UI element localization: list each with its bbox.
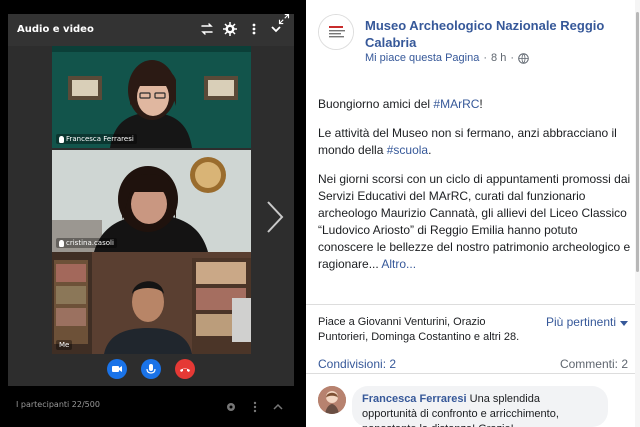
gear-icon[interactable] xyxy=(222,21,238,37)
meet-title: Audio e video xyxy=(17,24,94,35)
participants-count: I partecipanti 22/500 xyxy=(16,400,100,409)
post-meta: Mi piace questa Pagina · 8 h · xyxy=(365,52,529,64)
comments-link[interactable]: Commenti: 2 xyxy=(560,357,628,371)
read-more-link[interactable]: Altro... xyxy=(381,257,416,271)
globe-icon xyxy=(518,52,529,64)
gear-icon[interactable] xyxy=(224,400,238,414)
post-counts: Condivisioni: 2 Commenti: 2 xyxy=(306,350,640,374)
reactors-summary[interactable]: Piace a Giovanni Venturini, Orazio Punto… xyxy=(318,315,538,345)
text-fragment: Le attività del Museo non si fermano, an… xyxy=(318,126,617,157)
meta-separator: · xyxy=(483,52,488,64)
post-paragraph-1: Buongiorno amici del #MArRC! xyxy=(318,96,632,113)
screenshot-stage: Audio e video Francesca Ferraresi cristi… xyxy=(0,0,640,427)
meet-header: Audio e video xyxy=(8,13,294,46)
facebook-post: Museo Archeologico Nazionale Reggio Cala… xyxy=(306,0,640,427)
post-time[interactable]: 8 h xyxy=(491,52,506,64)
chevron-up-icon[interactable] xyxy=(271,400,285,414)
video-tile-francesca[interactable]: Francesca Ferraresi xyxy=(52,46,251,148)
like-page-link[interactable]: Mi piace questa Pagina xyxy=(365,52,479,64)
text-fragment: Buongiorno amici del xyxy=(318,97,434,111)
text-fragment: . xyxy=(428,143,432,157)
hashtag-link[interactable]: #MArRC xyxy=(433,97,479,111)
expand-icon[interactable] xyxy=(278,13,290,25)
page-name-link[interactable]: Museo Archeologico Nazionale Reggio Cala… xyxy=(365,17,620,51)
post-paragraph-3: Nei giorni scorsi con un ciclo di appunt… xyxy=(318,171,632,273)
more-vert-icon[interactable] xyxy=(248,400,262,414)
comment-bubble: Francesca Ferraresi Una splendida opport… xyxy=(352,386,608,427)
video-tile-me[interactable]: Me xyxy=(52,252,251,354)
reactions-bar: Piace a Giovanni Venturini, Orazio Punto… xyxy=(306,304,640,348)
participant-name: Me xyxy=(59,341,70,349)
call-controls xyxy=(8,354,294,386)
text-fragment: ! xyxy=(479,97,483,111)
post-paragraph-2: Le attività del Museo non si fermano, an… xyxy=(318,125,632,159)
comment-author[interactable]: Francesca Ferraresi xyxy=(362,393,467,405)
meet-panel: Audio e video Francesca Ferraresi cristi… xyxy=(8,13,294,386)
sort-label: Più pertinenti xyxy=(545,315,616,329)
participant-label: cristina.casoli xyxy=(56,238,117,248)
camera-icon[interactable] xyxy=(106,358,128,380)
meta-separator-2: · xyxy=(510,52,514,64)
page-avatar[interactable] xyxy=(318,14,354,50)
caret-down-icon xyxy=(620,320,628,326)
participant-name: Francesca Ferraresi xyxy=(66,135,134,143)
next-arrow-icon[interactable] xyxy=(260,198,290,236)
text-fragment: Nei giorni scorsi con un ciclo di appunt… xyxy=(318,172,631,271)
microphone-icon xyxy=(59,239,64,247)
avatar[interactable] xyxy=(318,386,346,414)
participant-label: Me xyxy=(56,340,73,350)
microphone-icon[interactable] xyxy=(140,358,162,380)
microphone-icon xyxy=(59,135,64,143)
hashtag-link[interactable]: #scuola xyxy=(387,143,428,157)
swap-icon[interactable] xyxy=(199,21,215,37)
scrollbar[interactable] xyxy=(635,0,640,427)
scroll-thumb[interactable] xyxy=(636,12,639,272)
hangup-icon[interactable] xyxy=(174,358,196,380)
video-tile-cristina[interactable]: cristina.casoli xyxy=(52,150,251,252)
video-call-column: Audio e video Francesca Ferraresi cristi… xyxy=(0,0,302,427)
participant-name: cristina.casoli xyxy=(66,239,114,247)
more-vert-icon[interactable] xyxy=(246,21,262,37)
participant-label: Francesca Ferraresi xyxy=(56,134,137,144)
post-header: Museo Archeologico Nazionale Reggio Cala… xyxy=(306,0,640,64)
shares-link[interactable]: Condivisioni: 2 xyxy=(318,357,396,371)
post-body: Buongiorno amici del #MArRC! Le attività… xyxy=(318,96,632,285)
meet-footer: I partecipanti 22/500 xyxy=(8,398,294,414)
comment-item: Francesca Ferraresi Una splendida opport… xyxy=(318,386,630,427)
comment-sort-dropdown[interactable]: Più pertinenti xyxy=(546,315,628,329)
